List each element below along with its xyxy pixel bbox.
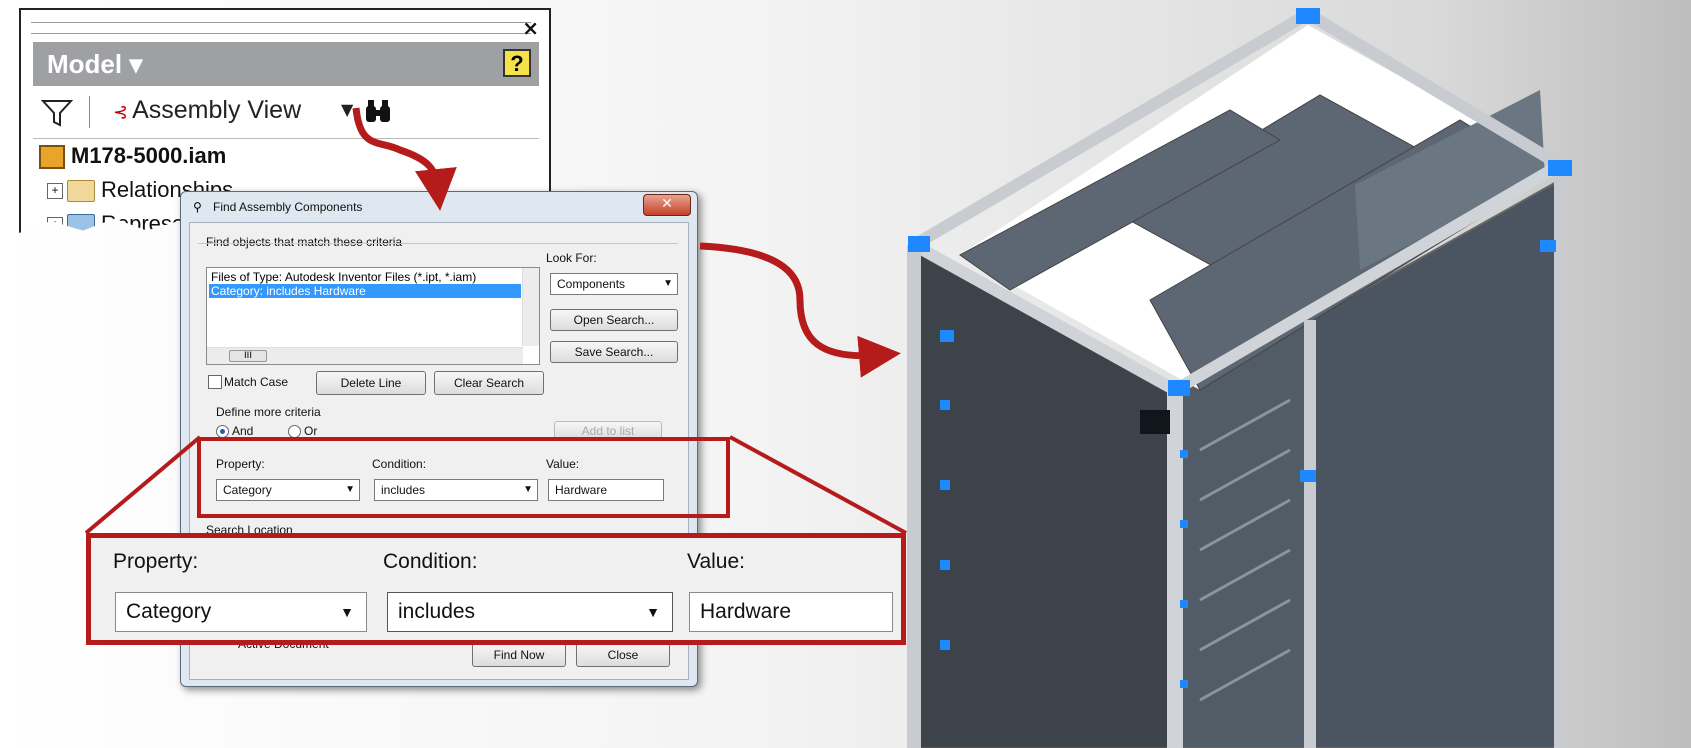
enclosure-3d-model <box>907 8 1572 748</box>
arrow-to-dialog <box>352 107 457 211</box>
hardware-bracket <box>1140 410 1170 434</box>
zoom-connector-right <box>729 435 907 535</box>
arrow-to-model <box>699 242 901 378</box>
zoom-connector-left <box>84 435 202 535</box>
